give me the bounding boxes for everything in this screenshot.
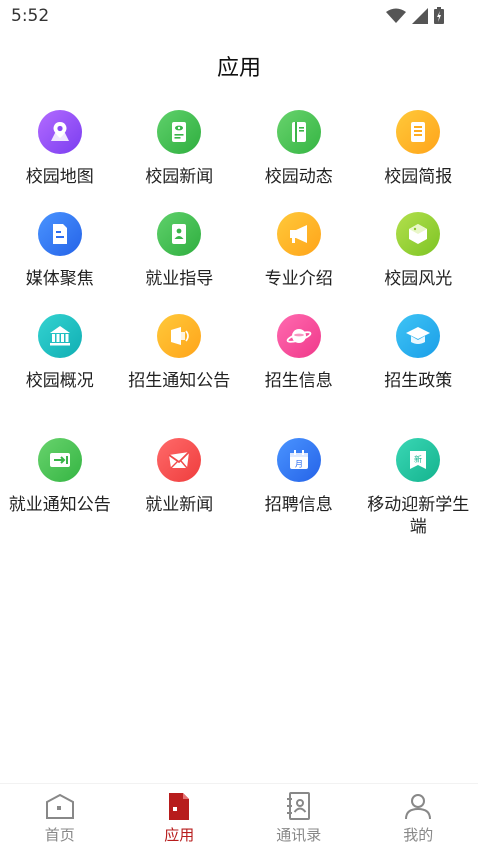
app-row-4: 就业通知公告 就业新闻 月 招聘信息 新 移动迎新学生端 <box>0 438 478 562</box>
arrow-card-icon <box>49 453 70 467</box>
app-mobile-enrollment[interactable]: 新 移动迎新学生端 <box>359 438 478 562</box>
app-employment-news[interactable]: 就业新闻 <box>120 438 240 562</box>
megaphone-icon <box>289 225 307 243</box>
building-icon <box>49 326 70 346</box>
app-icon-circle <box>157 110 202 154</box>
app-icon-circle: 月 <box>276 438 321 482</box>
calendar-icon: 月 <box>289 450 308 469</box>
app-label: 校园概况 <box>25 371 94 391</box>
file-icon <box>52 224 67 244</box>
app-icon-circle <box>37 110 82 154</box>
graduation-cap-icon <box>406 327 431 344</box>
contacts-icon <box>286 792 310 820</box>
app-label: 移动迎新学生端 <box>367 495 470 537</box>
apps-file-icon <box>169 793 190 820</box>
wifi-icon <box>386 8 406 23</box>
app-employment-notice[interactable]: 就业通知公告 <box>0 438 120 562</box>
app-label: 招生信息 <box>264 371 333 391</box>
map-pin-icon <box>50 122 69 141</box>
status-bar: 5:52 <box>0 0 478 34</box>
app-campus-news[interactable]: 校园新闻 <box>120 110 240 212</box>
app-label: 媒体聚焦 <box>25 269 94 289</box>
app-icon-circle <box>157 212 202 256</box>
app-icon-circle <box>276 110 321 154</box>
app-label: 校园新闻 <box>145 167 214 187</box>
app-admission-info[interactable]: 招生信息 <box>239 314 359 438</box>
app-label: 校园简报 <box>384 167 453 187</box>
document-icon <box>411 122 426 142</box>
app-campus-map[interactable]: 校园地图 <box>0 110 120 212</box>
speaker-icon <box>171 327 190 345</box>
app-icon-circle <box>396 212 441 256</box>
signal-icon <box>412 7 428 24</box>
tab-home[interactable]: 首页 <box>0 784 120 850</box>
app-campus-dynamics[interactable]: 校园动态 <box>239 110 359 212</box>
app-icon-circle <box>37 212 82 256</box>
app-icon-circle <box>396 110 441 154</box>
app-label: 就业通知公告 <box>8 495 111 515</box>
bottom-tab-bar: 首页 应用 通讯录 我的 <box>0 783 478 850</box>
tab-label: 通讯录 <box>276 826 322 844</box>
new-badge-icon: 新 <box>410 451 427 469</box>
tab-label: 应用 <box>164 826 195 844</box>
badge-text: 新 <box>414 454 422 464</box>
home-icon <box>45 793 74 819</box>
app-campus-scenery[interactable]: 校园风光 <box>359 212 478 314</box>
status-icons <box>386 7 444 24</box>
svg-text:月: 月 <box>295 460 303 469</box>
tab-label: 首页 <box>44 826 75 844</box>
app-icon-circle <box>37 438 82 482</box>
envelope-icon <box>168 451 190 469</box>
app-icon-circle <box>37 314 82 358</box>
app-icon-circle <box>276 314 321 358</box>
tab-apps[interactable]: 应用 <box>120 784 240 850</box>
app-recruitment-info[interactable]: 月 招聘信息 <box>239 438 359 562</box>
user-icon <box>405 794 432 820</box>
app-label: 招生通知公告 <box>128 371 231 391</box>
app-label: 校园地图 <box>25 167 94 187</box>
app-row-1: 校园地图 校园新闻 校园动态 校园简报 <box>0 110 478 212</box>
app-campus-brief[interactable]: 校园简报 <box>359 110 478 212</box>
app-label: 校园动态 <box>264 167 333 187</box>
app-admission-notice[interactable]: 招生通知公告 <box>120 314 240 438</box>
app-icon-circle <box>276 212 321 256</box>
planet-icon <box>286 329 312 343</box>
app-major-intro[interactable]: 专业介绍 <box>239 212 359 314</box>
news-eye-icon <box>172 122 187 142</box>
tab-label: 我的 <box>403 826 434 844</box>
app-career-guidance[interactable]: 就业指导 <box>120 212 240 314</box>
app-media-focus[interactable]: 媒体聚焦 <box>0 212 120 314</box>
status-time: 5:52 <box>11 6 50 26</box>
tab-mine[interactable]: 我的 <box>359 784 478 850</box>
app-row-3: 校园概况 招生通知公告 招生信息 招生政策 <box>0 314 478 438</box>
app-label: 招聘信息 <box>264 495 333 515</box>
app-icon-circle <box>396 314 441 358</box>
app-grid: 校园地图 校园新闻 校园动态 校园简报 媒体聚焦 就业指导 专业介绍 校园风光 … <box>0 110 478 562</box>
app-label: 招生政策 <box>384 371 453 391</box>
app-icon-circle <box>157 438 202 482</box>
page-title: 应用 <box>216 56 261 81</box>
cube-icon <box>409 224 428 244</box>
battery-icon <box>434 7 444 24</box>
tab-contacts[interactable]: 通讯录 <box>239 784 359 850</box>
app-label: 就业新闻 <box>145 495 214 515</box>
app-label: 就业指导 <box>145 269 214 289</box>
app-label: 专业介绍 <box>264 269 333 289</box>
app-campus-overview[interactable]: 校园概况 <box>0 314 120 438</box>
app-icon-circle: 新 <box>396 438 441 482</box>
app-label: 校园风光 <box>384 269 453 289</box>
book-icon <box>291 122 306 142</box>
app-admission-policy[interactable]: 招生政策 <box>359 314 478 438</box>
app-row-2: 媒体聚焦 就业指导 专业介绍 校园风光 <box>0 212 478 314</box>
app-icon-circle <box>157 314 202 358</box>
person-book-icon <box>172 224 187 244</box>
